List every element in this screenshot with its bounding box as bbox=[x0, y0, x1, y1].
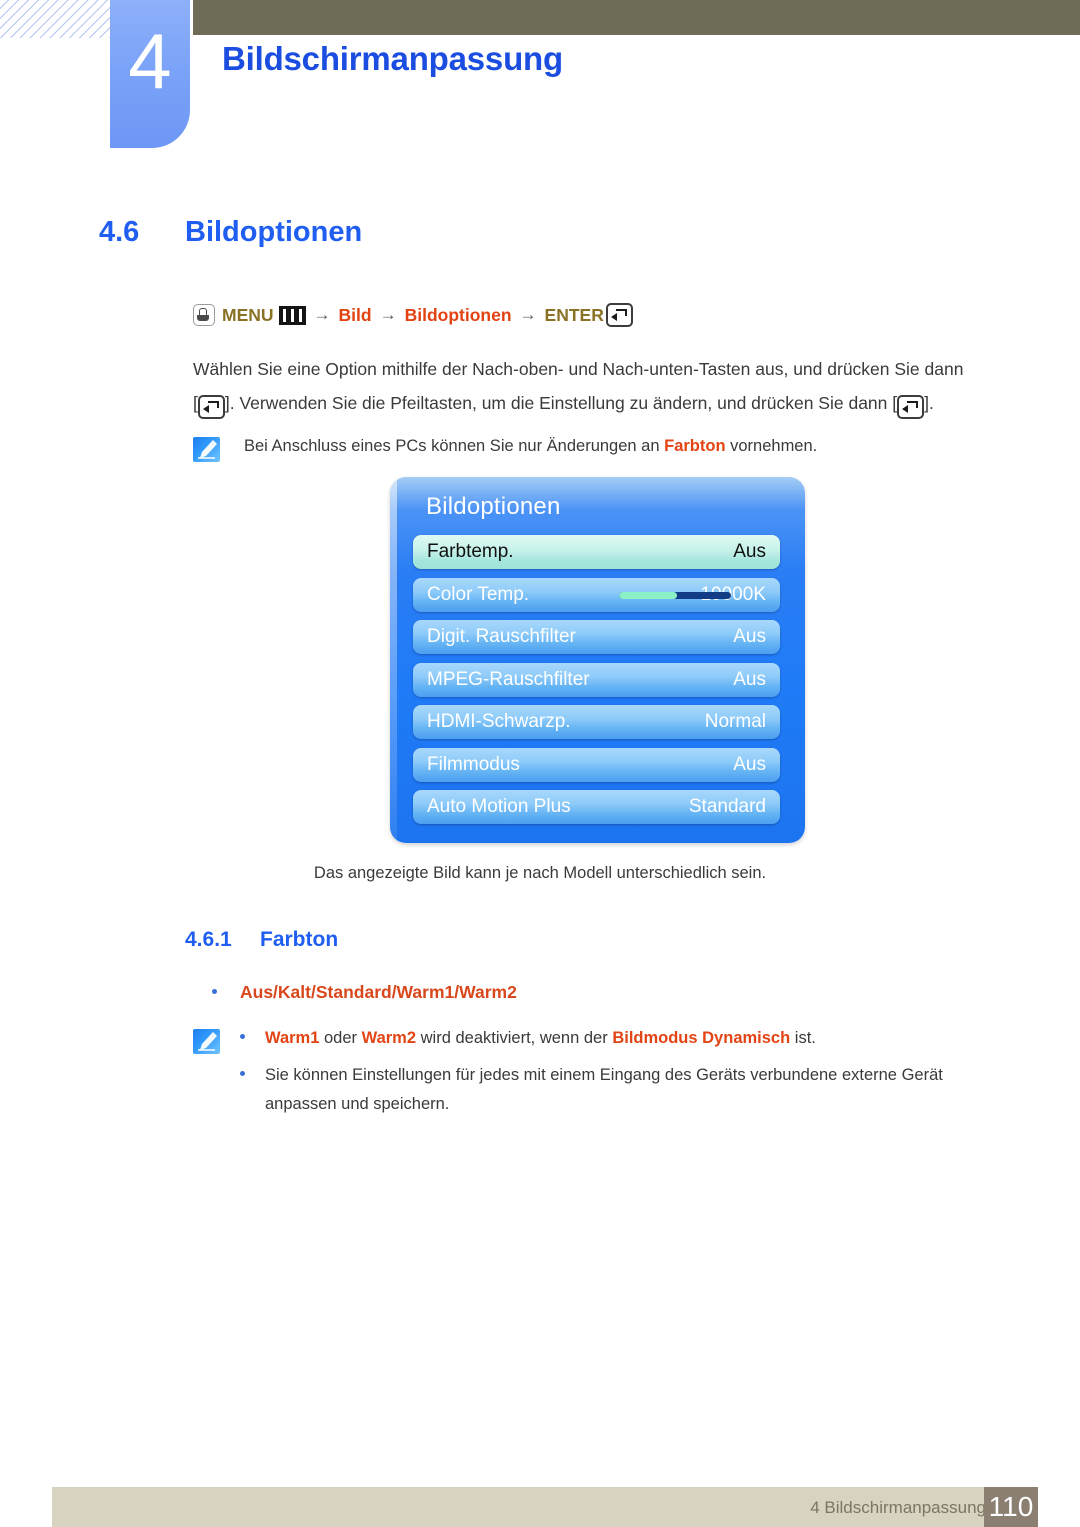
note-1-text: Bei Anschluss eines PCs können Sie nur Ä… bbox=[244, 432, 984, 460]
osd-row-label: HDMI-Schwarzp. bbox=[427, 711, 571, 732]
osd-rows-container: Farbtemp. Aus Color Temp. 10000K Digit. … bbox=[413, 535, 780, 833]
osd-row-value: Aus bbox=[733, 541, 766, 562]
options-text: Aus/Kalt/Standard/Warm1/Warm2 bbox=[240, 982, 517, 1002]
bullet-dot-icon bbox=[212, 989, 217, 994]
chapter-number: 4 bbox=[128, 17, 172, 105]
osd-row-label: Color Temp. bbox=[427, 583, 530, 605]
path-arrow-3: → bbox=[519, 305, 537, 324]
enter-key-icon bbox=[605, 303, 633, 327]
enter-key-icon bbox=[197, 395, 225, 420]
menu-label: MENU bbox=[222, 304, 274, 325]
osd-row-color-temp[interactable]: Color Temp. 10000K bbox=[413, 577, 780, 612]
note-2-item-2-text: Sie können Einstellungen für jedes mit e… bbox=[265, 1066, 943, 1113]
osd-row-label: Filmmodus bbox=[427, 753, 520, 775]
osd-row-label: Farbtemp. bbox=[427, 541, 514, 562]
osd-row-value: Aus bbox=[733, 668, 766, 690]
osd-row-mpeg-rauschfilter[interactable]: MPEG-Rauschfilter Aus bbox=[413, 662, 780, 697]
subsection-title: Farbton bbox=[260, 928, 339, 951]
osd-row-filmmodus[interactable]: Filmmodus Aus bbox=[413, 747, 780, 782]
footer-page-number: 110 bbox=[984, 1487, 1038, 1527]
note-pen-glyph bbox=[198, 1032, 217, 1051]
bullet-dot-icon bbox=[240, 1034, 245, 1039]
osd-title: Bildoptionen bbox=[426, 493, 561, 520]
path-arrow-2: → bbox=[379, 305, 397, 324]
note-2-item-2: Sie können Einstellungen für jedes mit e… bbox=[240, 1061, 1000, 1119]
chapter-title: Bildschirmanpassung bbox=[222, 40, 563, 77]
bracket-close: ]. bbox=[924, 393, 934, 413]
hatch-decoration bbox=[0, 0, 110, 38]
note-2-tail: ist. bbox=[790, 1029, 816, 1047]
osd-row-label: MPEG-Rauschfilter bbox=[427, 668, 590, 690]
osd-row-digit-rauschfilter[interactable]: Digit. Rauschfilter Aus bbox=[413, 620, 780, 654]
osd-row-hdmi-schwarzpegel[interactable]: HDMI-Schwarzp. Normal bbox=[413, 705, 780, 739]
section-number: 4.6 bbox=[99, 216, 140, 248]
osd-menu-panel: Bildoptionen Farbtemp. Aus Color Temp. 1… bbox=[390, 477, 805, 843]
path-arrow-1: → bbox=[313, 305, 331, 324]
note-2-item-1: Warm1 oder Warm2 wird deaktiviert, wenn … bbox=[240, 1024, 1000, 1053]
note-2-hl-warm2: Warm2 bbox=[361, 1029, 417, 1047]
path-item-bild: Bild bbox=[338, 304, 372, 325]
chapter-tab: 4 bbox=[110, 0, 190, 148]
subsection-number: 4.6.1 bbox=[185, 928, 232, 951]
header-olive-bar bbox=[193, 0, 1080, 35]
note-1-highlight: Farbton bbox=[664, 437, 726, 455]
color-temp-slider[interactable] bbox=[619, 591, 731, 599]
note-1-before: Bei Anschluss eines PCs können Sie nur Ä… bbox=[244, 437, 665, 455]
osd-row-value: Aus bbox=[733, 626, 766, 647]
slider-fill bbox=[619, 591, 678, 599]
menu-bars-icon bbox=[278, 305, 306, 325]
subsection-heading: 4.6.1 Farbton bbox=[185, 928, 338, 952]
osd-row-value: Standard bbox=[688, 796, 766, 817]
note-2-block: Warm1 oder Warm2 wird deaktiviert, wenn … bbox=[240, 1024, 1000, 1127]
note-pen-glyph bbox=[198, 440, 217, 459]
osd-caption: Das angezeigte Bild kann je nach Modell … bbox=[313, 864, 767, 882]
note-2-mid-1: oder bbox=[319, 1029, 362, 1047]
options-bullet-line: Aus/Kalt/Standard/Warm1/Warm2 bbox=[212, 982, 517, 1003]
instruction-line-2: []. Verwenden Sie die Pfeiltasten, um di… bbox=[193, 383, 993, 424]
bullet-dot-icon bbox=[240, 1071, 245, 1076]
note-pen-icon bbox=[193, 1029, 220, 1054]
osd-row-value: Normal bbox=[704, 711, 766, 732]
note-pen-icon bbox=[193, 437, 220, 462]
osd-row-label: Auto Motion Plus bbox=[427, 796, 571, 817]
section-heading: 4.6 Bildoptionen bbox=[99, 216, 999, 249]
note-2-hl-warm1: Warm1 bbox=[265, 1029, 320, 1047]
path-item-bildoptionen: Bildoptionen bbox=[404, 304, 512, 325]
enter-key-icon bbox=[897, 395, 925, 420]
note-2-mid-2: wird deaktiviert, wenn der bbox=[416, 1029, 613, 1047]
note-2-hl-bildmodus: Bildmodus Dynamisch bbox=[612, 1029, 791, 1047]
note-1-after: vornehmen. bbox=[725, 437, 818, 455]
instruction-line-2-mid: ]. Verwenden Sie die Pfeiltasten, um die… bbox=[224, 393, 898, 413]
page-header: 4 Bildschirmanpassung bbox=[0, 0, 1080, 160]
note-2-item-1-text: Warm1 oder Warm2 wird deaktiviert, wenn … bbox=[265, 1024, 816, 1053]
osd-row-auto-motion-plus[interactable]: Auto Motion Plus Standard bbox=[413, 790, 780, 824]
osd-row-value: Aus bbox=[733, 753, 766, 775]
hand-press-icon bbox=[193, 304, 215, 326]
footer-chapter-label: 4 Bildschirmanpassung bbox=[810, 1498, 986, 1517]
enter-label: ENTER bbox=[544, 304, 604, 325]
menu-path-breadcrumb: MENU → Bild → Bildoptionen → ENTER bbox=[193, 301, 633, 329]
osd-row-farbtemp[interactable]: Farbtemp. Aus bbox=[413, 535, 780, 569]
osd-row-label: Digit. Rauschfilter bbox=[427, 626, 576, 647]
section-title: Bildoptionen bbox=[185, 216, 363, 248]
